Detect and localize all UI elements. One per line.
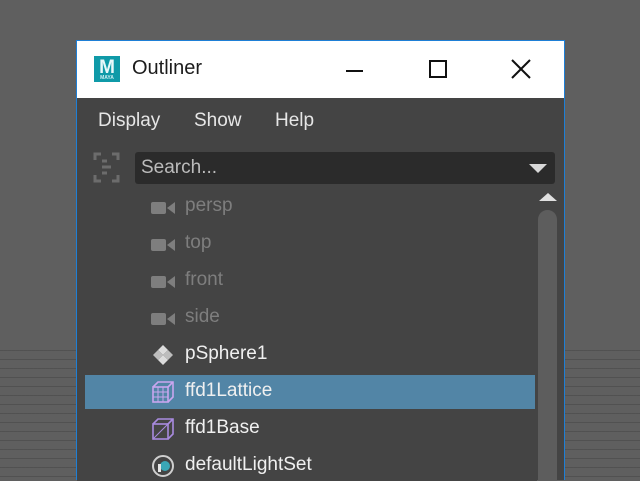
close-button[interactable] [498,51,544,87]
menu-bar: Display Show Help [77,98,564,142]
tree-item-label: front [185,269,224,290]
close-icon [511,59,531,79]
tree-item-ffd1lattice[interactable]: ffd1Lattice [85,375,535,409]
tree-item-defaultlightset[interactable]: defaultLightSet [85,449,535,481]
filter-bracket-icon[interactable] [93,152,120,183]
scroll-up-arrow[interactable] [539,193,557,201]
menu-display[interactable]: Display [98,110,160,132]
tree-item-side[interactable]: side [85,301,535,335]
logo-subtext: MAYA [100,75,114,81]
outliner-tree: persp top front side pSphere1 ffd1Lattic… [77,190,537,481]
menu-help[interactable]: Help [275,110,314,132]
light-set-icon [152,455,174,477]
tree-item-label: ffd1Base [185,417,260,438]
camera-icon [151,202,175,214]
camera-icon [151,276,175,288]
tree-item-top[interactable]: top [85,227,535,261]
scrollbar-thumb[interactable] [538,210,557,481]
search-field [135,152,555,184]
tree-item-label: persp [185,195,233,216]
search-input[interactable] [141,156,511,180]
chevron-down-icon[interactable] [529,164,547,173]
tree-item-label: defaultLightSet [185,454,312,475]
window-title: Outliner [132,57,203,79]
tree-item-label: pSphere1 [185,343,268,364]
camera-icon [151,239,175,251]
tree-item-label: ffd1Lattice [185,380,273,401]
outliner-window: M MAYA Outliner Display Show Help Search… [76,40,565,481]
tree-item-label: side [185,306,220,327]
minimize-button[interactable] [332,51,378,87]
maximize-button[interactable] [414,51,460,87]
title-bar[interactable]: M MAYA Outliner [77,41,564,98]
tree-item-persp[interactable]: persp [85,190,535,224]
tree-item-label: top [185,232,212,253]
tree-item-psphere1[interactable]: pSphere1 [85,338,535,372]
maya-logo-icon: M MAYA [94,56,120,82]
menu-show[interactable]: Show [194,110,242,132]
lattice-base-icon [152,418,174,440]
tree-item-ffd1base[interactable]: ffd1Base [85,412,535,446]
mesh-transform-icon [153,345,173,365]
camera-icon [151,313,175,325]
filter-row [77,142,564,190]
lattice-icon [152,381,174,403]
tree-item-front[interactable]: front [85,264,535,298]
